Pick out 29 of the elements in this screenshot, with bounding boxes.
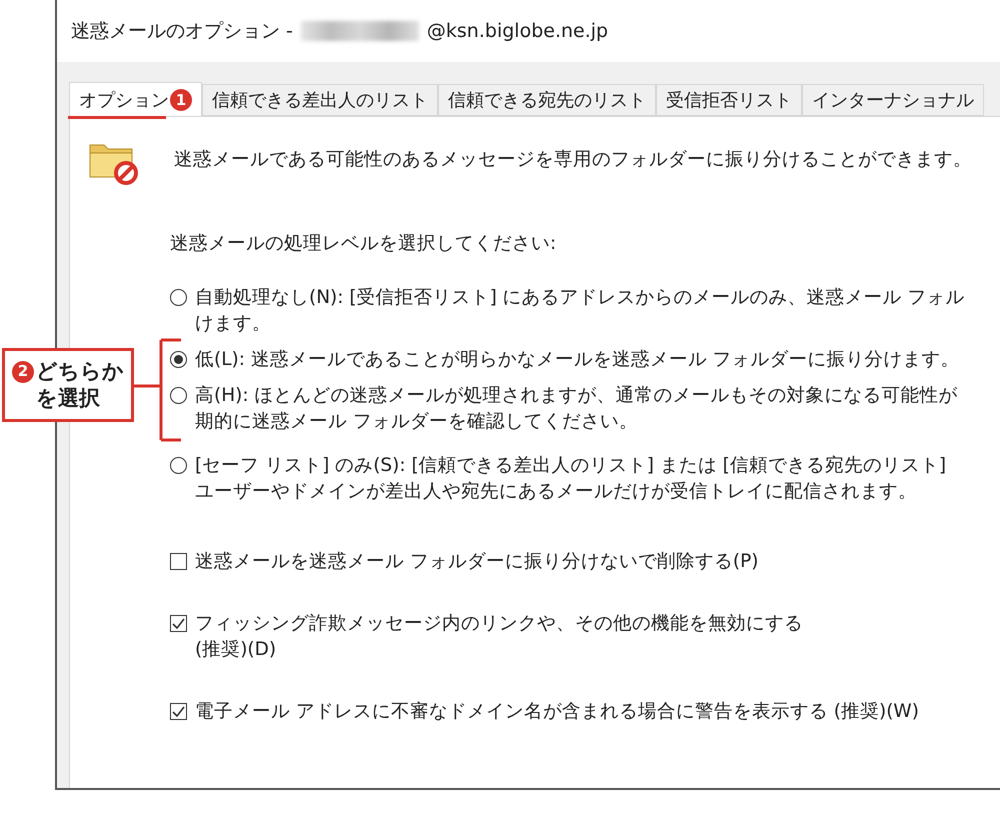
radio-button[interactable] — [170, 457, 187, 474]
option-label: 低(L): 迷惑メールであることが明らかなメールを迷惑メール フォルダーに振り分けます。 — [195, 348, 960, 372]
option-label: 高(H): ほとんどの迷惑メールが処理されますが、通常のメールもその対象になる可能性が — [195, 384, 958, 408]
checkbox[interactable] — [170, 553, 187, 570]
option-label: [セーフ リスト] のみ(S): [信頼できる差出人のリスト] または [信頼できる宛先のリスト] — [195, 454, 946, 478]
option-label: 自動処理なし(N): [受信拒否リスト] にあるアドレスからのメールのみ、迷惑メール フォル — [195, 286, 965, 310]
checkbox-label: 電子メール アドレスに不審なドメイン名が含まれる場合に警告を表示する (推奨)(W) — [195, 700, 919, 724]
checkbox[interactable] — [170, 615, 187, 632]
tab[interactable]: 信頼できる宛先のリスト — [438, 84, 656, 116]
checkbox[interactable] — [170, 703, 187, 720]
annotation-text: どちらか — [36, 358, 124, 385]
option-label: 期的に迷惑メール フォルダーを確認してください。 — [195, 410, 639, 434]
option-label: けます。 — [195, 312, 272, 336]
tab[interactable]: 信頼できる差出人のリスト — [202, 84, 438, 116]
checkbox-label: 迷惑メールを迷惑メール フォルダーに振り分けないで削除する(P) — [195, 550, 758, 574]
option-label: ユーザーやドメインが差出人や宛先にあるメールだけが受信トレイに配信されます。 — [195, 480, 918, 504]
window-title-address: @ksn.biglobe.ne.jp — [426, 20, 608, 42]
radio-button[interactable] — [170, 351, 187, 368]
annotation-text: を選択 — [36, 385, 100, 412]
tab[interactable]: 受信拒否リスト — [656, 84, 802, 116]
checkbox-label: (推奨)(D) — [195, 638, 278, 662]
tab[interactable]: インターナショナル — [802, 84, 984, 116]
radio-button[interactable] — [170, 387, 187, 404]
checkbox-label: フィッシング詐欺メッセージ内のリンクや、その他の機能を無効にする — [195, 612, 803, 636]
annotation-badge: 2 — [12, 360, 34, 382]
window-title: 迷惑メールのオプション - — [71, 19, 293, 44]
description-text: 迷惑メールである可能性のあるメッセージを専用のフォルダーに振り分けることができます。 — [174, 148, 972, 172]
level-prompt: 迷惑メールの処理レベルを選択してください: — [170, 232, 556, 256]
radio-button[interactable] — [170, 289, 187, 306]
